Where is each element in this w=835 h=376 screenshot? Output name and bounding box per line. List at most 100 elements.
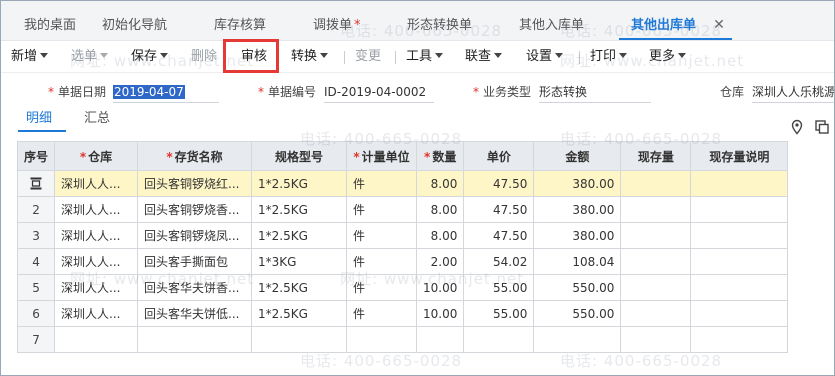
- cell-amount[interactable]: 550.00: [533, 300, 622, 327]
- table-row[interactable]: 5 深圳人人... 回头客华夫饼香... 1*2.5KG 件 10.00 55.00 550.…: [16, 274, 789, 301]
- cell-stock-note[interactable]: [690, 196, 789, 223]
- cell-unit[interactable]: 件: [346, 274, 418, 301]
- table-row[interactable]: 2 深圳人人... 回头客铜锣烧香... 1*2.5KG 件 8.00 47.50 380.0…: [16, 196, 789, 223]
- cell-item[interactable]: [137, 326, 253, 353]
- cell-stock[interactable]: [620, 170, 692, 197]
- col-header-price[interactable]: 单价: [463, 141, 535, 171]
- cell-item[interactable]: 回头客铜锣烧香...: [137, 196, 253, 223]
- cell-warehouse[interactable]: 深圳人人...: [54, 222, 139, 249]
- cell-price[interactable]: 55.00: [463, 274, 535, 301]
- cell-warehouse[interactable]: 深圳人人...: [54, 196, 139, 223]
- cell-stock[interactable]: [620, 326, 692, 353]
- cell-amount[interactable]: 550.00: [533, 274, 622, 301]
- location-pin-icon[interactable]: [789, 119, 805, 135]
- cell-spec[interactable]: 1*2.5KG: [251, 196, 348, 223]
- cell-price[interactable]: 55.00: [463, 300, 535, 327]
- tools-button[interactable]: 工具: [406, 48, 444, 66]
- cell-item[interactable]: 回头客华夫饼低...: [137, 300, 253, 327]
- cell-qty[interactable]: 10.00: [416, 274, 465, 301]
- cell-stock[interactable]: [620, 300, 692, 327]
- tab-form-conversion[interactable]: 形态转换单: [407, 16, 472, 36]
- copy-icon[interactable]: [814, 119, 830, 135]
- table-row[interactable]: 4 深圳人人... 回头客手撕面包 1*3KG 件 2.00 54.02 108.04: [16, 248, 789, 275]
- tab-detail[interactable]: 明细: [26, 110, 52, 128]
- cell-unit[interactable]: 件: [346, 196, 418, 223]
- col-header-item[interactable]: * 存货名称: [137, 141, 253, 171]
- col-header-amount[interactable]: 金额: [533, 141, 622, 171]
- cell-stock-note[interactable]: [690, 326, 789, 353]
- cell-warehouse[interactable]: 深圳人人...: [54, 170, 139, 197]
- cell-price[interactable]: 47.50: [463, 196, 535, 223]
- col-header-stock-note[interactable]: 现存量说明: [690, 141, 789, 171]
- cell-qty[interactable]: [416, 326, 465, 353]
- cell-price[interactable]: 47.50: [463, 222, 535, 249]
- tab-my-desktop[interactable]: 我的桌面: [24, 16, 76, 36]
- cell-amount[interactable]: 380.00: [533, 196, 622, 223]
- cell-warehouse[interactable]: 深圳人人...: [54, 300, 139, 327]
- delete-button[interactable]: 删除: [191, 48, 217, 66]
- table-row[interactable]: 3 深圳人人... 回头客铜锣烧凤... 1*2.5KG 件 8.00 47.50 380.0…: [16, 222, 789, 249]
- col-header-spec[interactable]: 规格型号: [251, 141, 348, 171]
- cell-item[interactable]: 回头客铜锣烧红...: [137, 170, 253, 197]
- cell-qty[interactable]: 8.00: [416, 170, 465, 197]
- cell-qty[interactable]: 10.00: [416, 300, 465, 327]
- biz-type-field[interactable]: 形态转换: [539, 84, 649, 100]
- cell-stock-note[interactable]: [690, 222, 789, 249]
- cell-warehouse[interactable]: 深圳人人...: [54, 274, 139, 301]
- cell-spec[interactable]: 1*2.5KG: [251, 300, 348, 327]
- cell-item[interactable]: 回头客华夫饼香...: [137, 274, 253, 301]
- cell-amount[interactable]: 380.00: [533, 222, 622, 249]
- save-button[interactable]: 保存: [131, 48, 169, 66]
- cell-spec[interactable]: 1*2.5KG: [251, 274, 348, 301]
- cell-spec[interactable]: 1*2.5KG: [251, 222, 348, 249]
- cell-item[interactable]: 回头客铜锣烧凤...: [137, 222, 253, 249]
- cell-unit[interactable]: 件: [346, 248, 418, 275]
- table-row[interactable]: 深圳人人... 回头客铜锣烧红... 1*2.5KG 件 8.00 47.50 380.00: [16, 170, 789, 197]
- new-button[interactable]: 新增: [11, 48, 49, 66]
- cell-qty[interactable]: 8.00: [416, 196, 465, 223]
- cell-stock-note[interactable]: [690, 248, 789, 275]
- change-button[interactable]: 变更: [355, 48, 381, 66]
- col-header-stock[interactable]: 现存量: [620, 141, 692, 171]
- cell-stock[interactable]: [620, 196, 692, 223]
- cell-amount[interactable]: 108.04: [533, 248, 622, 275]
- cell-price[interactable]: 54.02: [463, 248, 535, 275]
- settings-button[interactable]: 设置: [526, 48, 564, 66]
- cell-unit[interactable]: 件: [346, 300, 418, 327]
- cell-warehouse[interactable]: 深圳人人...: [54, 248, 139, 275]
- cell-price[interactable]: 47.50: [463, 170, 535, 197]
- tab-other-inbound[interactable]: 其他入库单: [519, 16, 584, 36]
- convert-button[interactable]: 转换: [291, 48, 329, 66]
- table-row[interactable]: 7: [16, 326, 789, 353]
- cell-qty[interactable]: 2.00: [416, 248, 465, 275]
- cell-warehouse[interactable]: [54, 326, 139, 353]
- linked-query-button[interactable]: 联查: [465, 48, 503, 66]
- cell-spec[interactable]: [251, 326, 348, 353]
- cell-spec[interactable]: 1*2.5KG: [251, 170, 348, 197]
- col-header-qty[interactable]: * 数量: [416, 141, 465, 171]
- print-button[interactable]: 打印: [590, 48, 628, 66]
- cell-item[interactable]: 回头客手撕面包: [137, 248, 253, 275]
- more-button[interactable]: 更多: [649, 48, 687, 66]
- cell-stock[interactable]: [620, 222, 692, 249]
- cell-amount[interactable]: [533, 326, 622, 353]
- table-row[interactable]: 6 深圳人人... 回头客华夫饼低... 1*2.5KG 件 10.00 55.00 550.…: [16, 300, 789, 327]
- tab-init-guide[interactable]: 初始化导航: [102, 16, 167, 36]
- tab-transfer-order[interactable]: 调拨单 *: [313, 16, 361, 36]
- warehouse-field[interactable]: 深圳人人乐桃源: [752, 84, 834, 100]
- cell-stock[interactable]: [620, 248, 692, 275]
- cell-stock[interactable]: [620, 274, 692, 301]
- cell-price[interactable]: [463, 326, 535, 353]
- doc-date-field[interactable]: 2019-04-07: [113, 84, 218, 100]
- select-doc-button[interactable]: 选单: [71, 48, 109, 66]
- row-edit-icon[interactable]: [30, 177, 42, 190]
- doc-code-field[interactable]: ID-2019-04-0002: [324, 84, 434, 100]
- cell-stock-note[interactable]: [690, 170, 789, 197]
- cell-amount[interactable]: 380.00: [533, 170, 622, 197]
- cell-spec[interactable]: 1*3KG: [251, 248, 348, 275]
- col-header-unit[interactable]: * 计量单位: [346, 141, 418, 171]
- tab-summary[interactable]: 汇总: [84, 110, 110, 128]
- cell-unit[interactable]: 件: [346, 222, 418, 249]
- tab-other-outbound[interactable]: 其他出库单: [631, 16, 696, 36]
- tab-inventory-accounting[interactable]: 库存核算: [214, 16, 266, 36]
